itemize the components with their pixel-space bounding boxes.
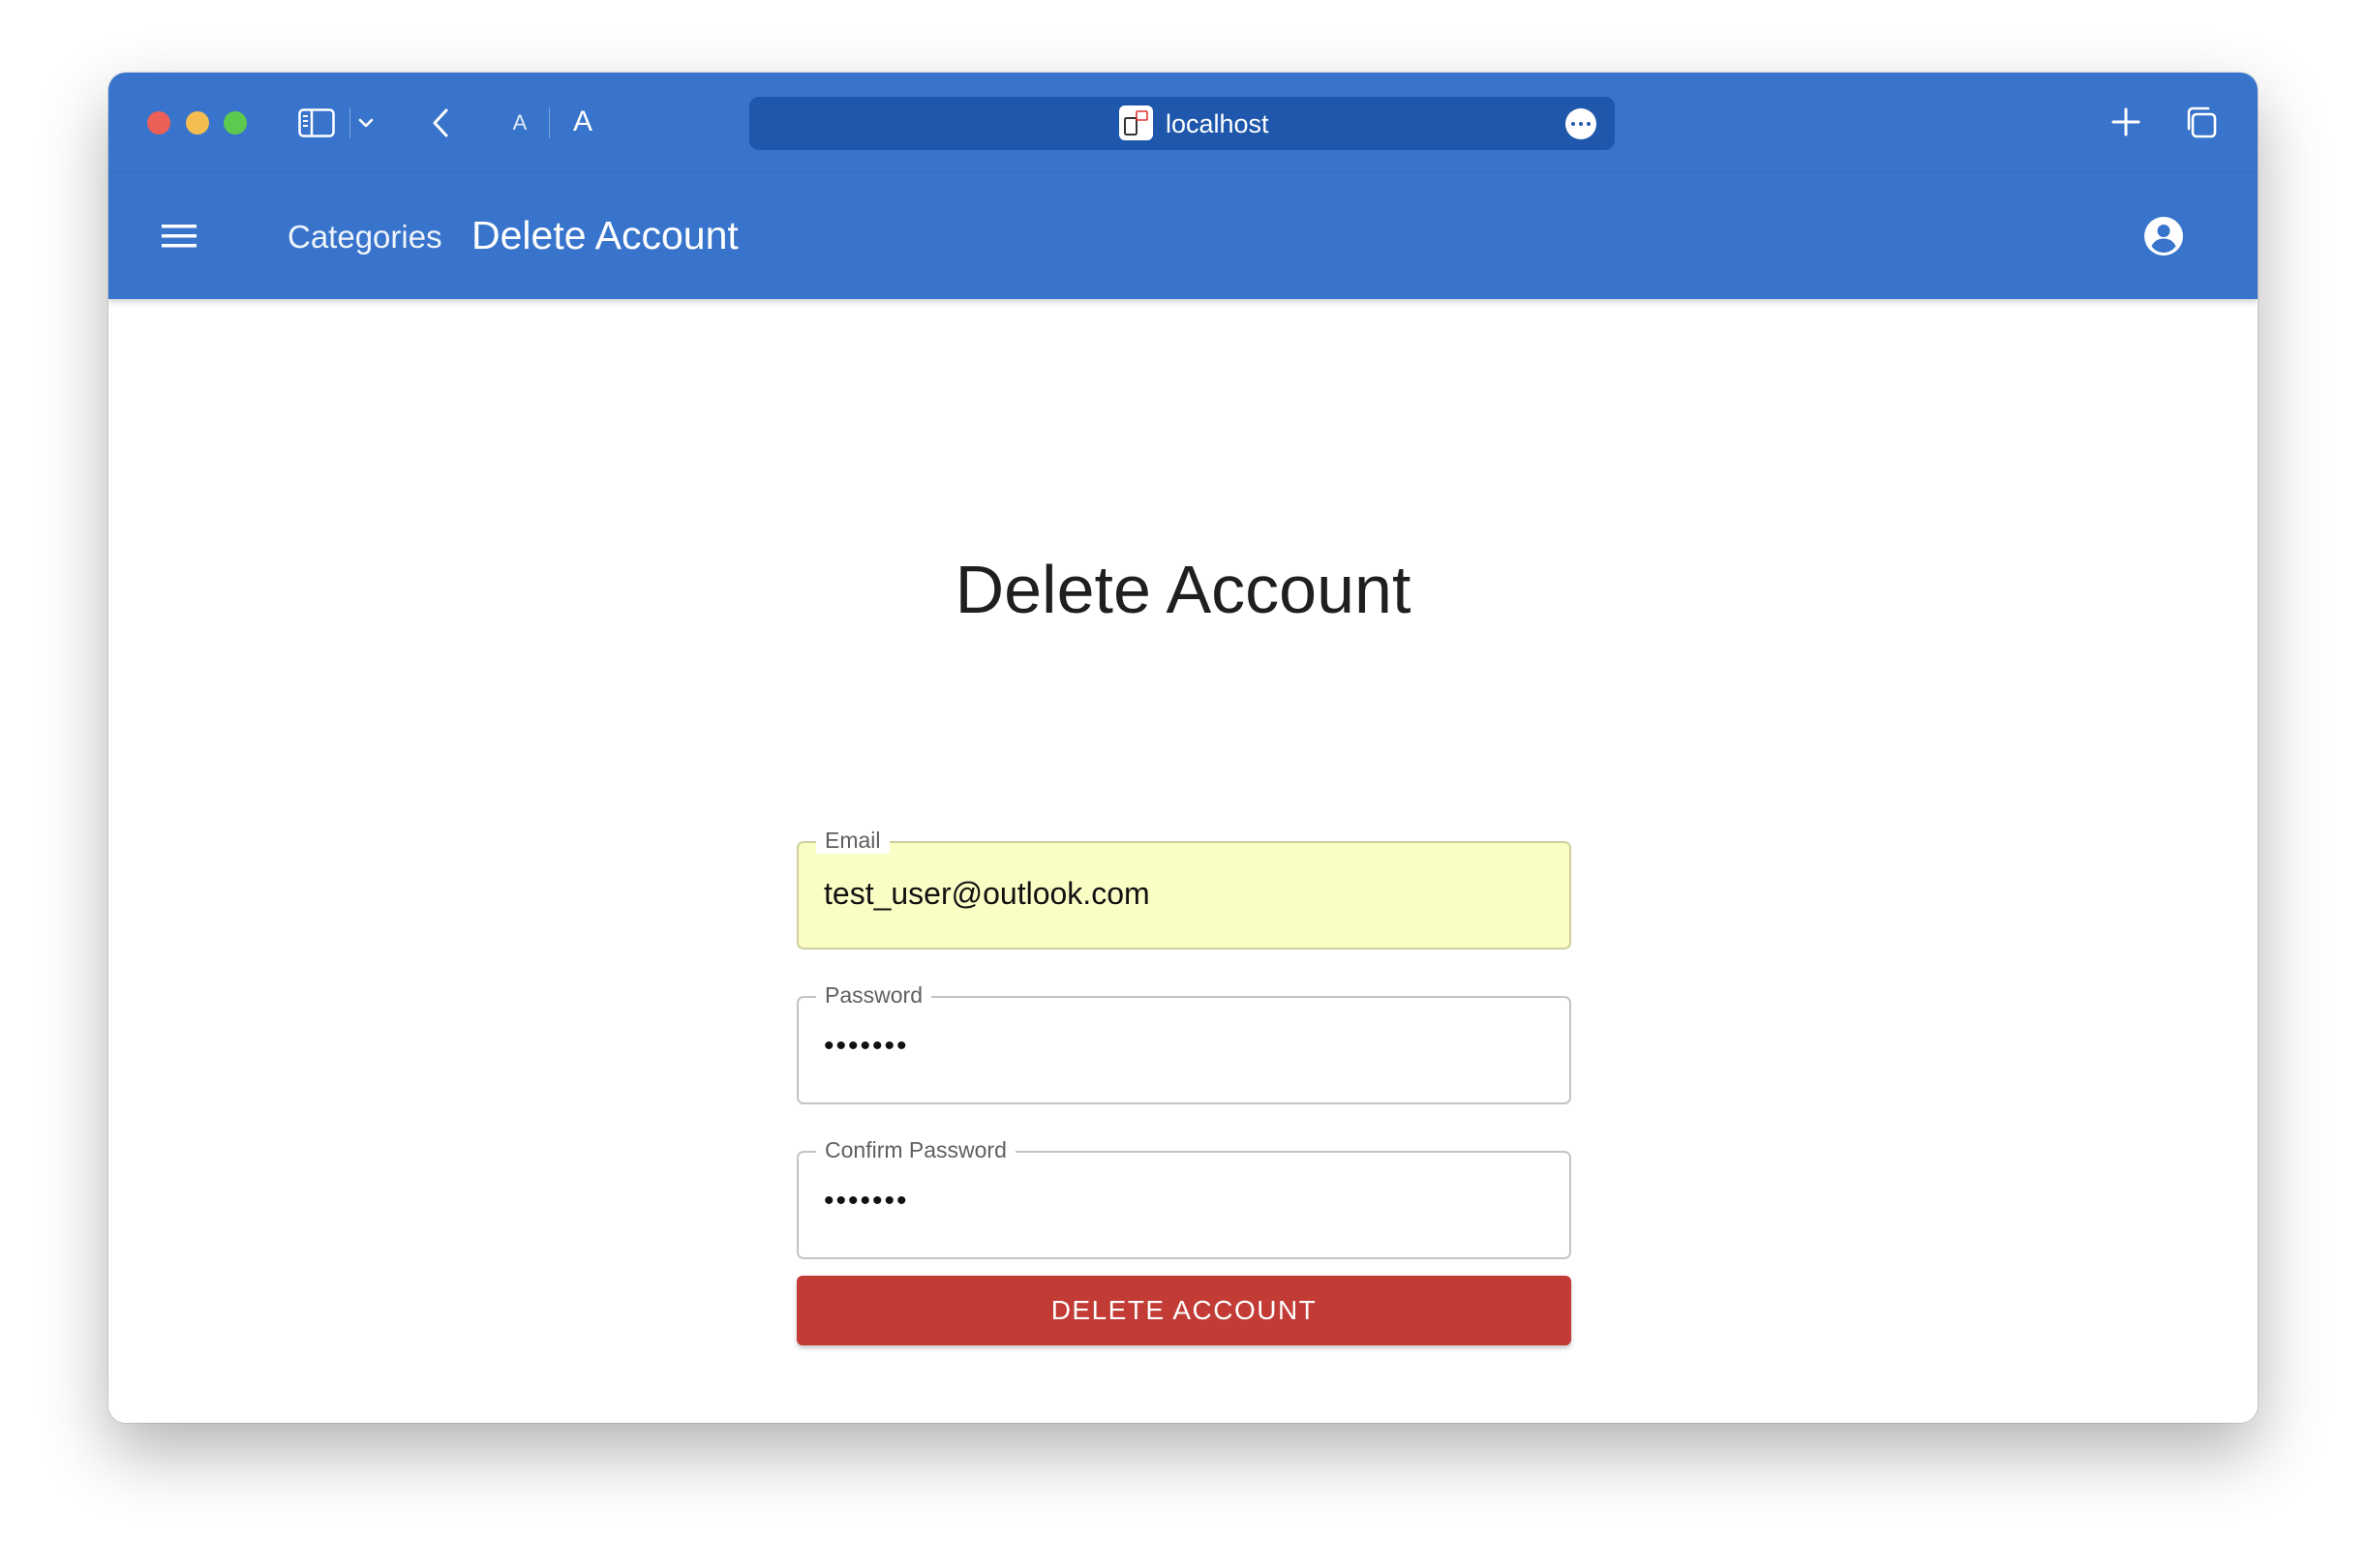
categories-link[interactable]: Categories	[288, 218, 442, 256]
more-icon[interactable]	[1565, 108, 1596, 139]
zoom-window-button[interactable]	[224, 111, 247, 135]
app-bar: Categories Delete Account	[108, 173, 2258, 299]
page-title: Delete Account	[955, 552, 1411, 627]
address-bar[interactable]: localhost	[749, 97, 1615, 150]
email-label: Email	[816, 827, 890, 854]
confirm-password-value: •••••••	[824, 1185, 909, 1217]
confirm-password-label: Confirm Password	[816, 1136, 1016, 1163]
decrease-text-size-button[interactable]: A	[505, 106, 534, 140]
browser-toolbar: A A localhost	[108, 73, 2258, 173]
plus-icon[interactable]	[2106, 102, 2146, 142]
appbar-title: Delete Account	[471, 213, 739, 257]
confirm-password-field[interactable]: Confirm Password •••••••	[797, 1136, 1571, 1259]
minimize-window-button[interactable]	[186, 111, 209, 135]
email-value: test_user@outlook.com	[824, 876, 1150, 911]
delete-account-button[interactable]: DELETE ACCOUNT	[797, 1276, 1571, 1345]
password-label: Password	[816, 981, 931, 1009]
chevron-down-icon[interactable]	[354, 109, 378, 136]
url-text: localhost	[1166, 109, 1269, 138]
toolbar-divider	[549, 107, 550, 138]
menu-icon[interactable]	[157, 214, 201, 258]
browser-window: A A localhost Categories Delete Account …	[108, 73, 2258, 1423]
password-field[interactable]: Password •••••••	[797, 981, 1571, 1104]
back-arrow-icon[interactable]	[424, 105, 457, 141]
email-field[interactable]: Email test_user@outlook.com	[797, 827, 1571, 950]
increase-text-size-button[interactable]: A	[563, 102, 602, 142]
sidebar-icon[interactable]	[297, 106, 336, 139]
site-favicon-icon	[1119, 106, 1153, 140]
account-circle-icon[interactable]	[2141, 214, 2186, 258]
close-window-button[interactable]	[147, 111, 170, 135]
tabs-icon[interactable]	[2180, 102, 2221, 142]
main-content: Delete Account Email test_user@outlook.c…	[108, 299, 2258, 1423]
toolbar-divider	[349, 107, 350, 138]
password-value: •••••••	[824, 1030, 909, 1062]
